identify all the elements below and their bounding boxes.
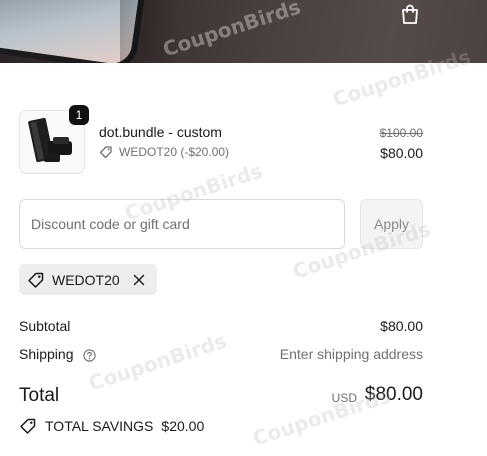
- total-label: Total: [19, 385, 60, 406]
- product-discount: WEDOT20 (-$20.00): [99, 145, 229, 159]
- savings-label: TOTAL SAVINGS: [45, 418, 154, 434]
- product-name: dot.bundle - custom: [99, 124, 222, 140]
- discount-code-input[interactable]: [19, 199, 345, 249]
- total-savings: TOTAL SAVINGS $20.00: [19, 417, 204, 435]
- shipping-label-row: Shipping: [19, 346, 97, 362]
- tag-icon: [20, 418, 36, 434]
- remove-discount-icon[interactable]: [131, 272, 147, 288]
- total-value: $80.00: [364, 384, 423, 405]
- applied-discount-code: WEDOT20: [52, 271, 120, 288]
- shopping-bag-icon-svg: [402, 4, 418, 24]
- quantity-badge: 1: [69, 105, 89, 125]
- subtotal-value: $80.00: [380, 318, 423, 334]
- shipping-label: Shipping: [19, 346, 74, 362]
- hero-banner: [0, 0, 487, 63]
- shipping-value: Enter shipping address: [279, 346, 423, 362]
- watermark: CouponBirds: [85, 328, 230, 396]
- subtotal-label: Subtotal: [19, 318, 71, 334]
- help-icon[interactable]: [83, 349, 97, 362]
- total-currency: USD: [331, 391, 357, 405]
- original-price: $100.00: [379, 126, 423, 140]
- tag-icon: [99, 146, 112, 159]
- applied-discount-chip: WEDOT20: [19, 264, 157, 295]
- shopping-bag-icon[interactable]: [397, 0, 423, 28]
- savings-value: $20.00: [161, 418, 205, 434]
- product-discount-text: WEDOT20 (-$20.00): [119, 145, 230, 159]
- tag-icon: [28, 272, 44, 288]
- current-price: $80.00: [380, 145, 423, 161]
- apply-button[interactable]: Apply: [360, 199, 423, 249]
